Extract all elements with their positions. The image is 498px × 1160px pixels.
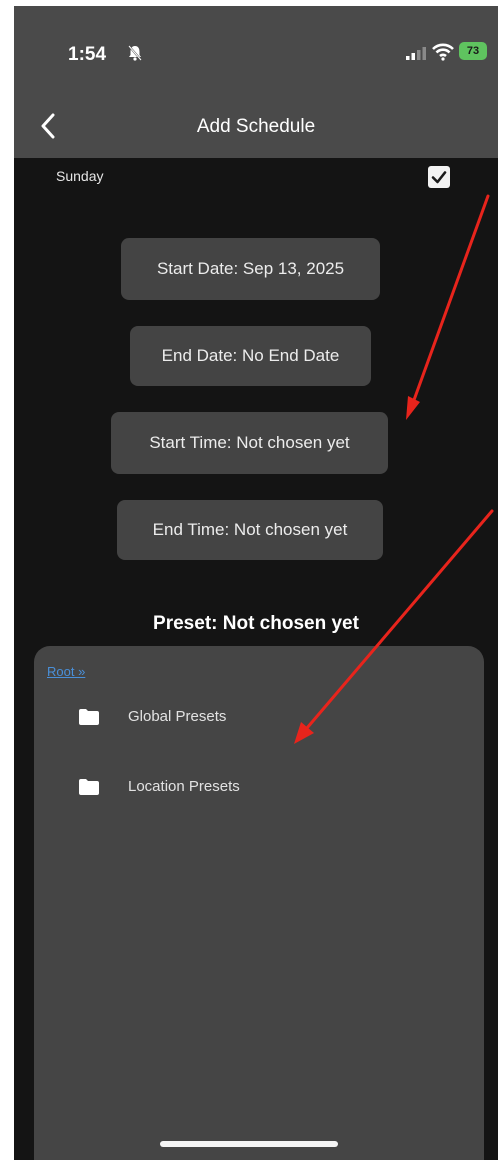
preset-browser: Root » Global Presets Location Presets bbox=[34, 646, 484, 1160]
start-date-button[interactable]: Start Date: Sep 13, 2025 bbox=[121, 238, 380, 300]
end-date-button[interactable]: End Date: No End Date bbox=[130, 326, 371, 386]
preset-label: Preset: Not chosen yet bbox=[153, 613, 359, 634]
folder-icon bbox=[79, 709, 99, 725]
checkmark-icon bbox=[431, 171, 447, 184]
header: 1:54 73 Add Schedule bbox=[14, 6, 498, 158]
status-time: 1:54 bbox=[68, 44, 107, 65]
end-time-button[interactable]: End Time: Not chosen yet bbox=[117, 500, 383, 560]
wifi-icon bbox=[432, 43, 454, 61]
battery-icon: 73 bbox=[459, 42, 487, 60]
phone-screen: 1:54 73 Add Schedule Sunday Start Date: … bbox=[14, 6, 498, 1160]
folder-name: Location Presets bbox=[128, 778, 240, 795]
signal-icon bbox=[406, 47, 426, 60]
folder-name: Global Presets bbox=[128, 708, 227, 725]
folder-item-location-presets[interactable]: Location Presets bbox=[78, 774, 458, 802]
page-title: Add Schedule bbox=[196, 116, 316, 137]
folder-icon bbox=[79, 779, 99, 795]
breadcrumb-root-link[interactable]: Root » bbox=[47, 664, 85, 679]
bell-muted-icon bbox=[128, 45, 142, 61]
folder-item-global-presets[interactable]: Global Presets bbox=[78, 704, 458, 732]
sunday-checkbox[interactable] bbox=[428, 166, 450, 188]
day-label-sunday: Sunday bbox=[56, 168, 104, 184]
home-indicator bbox=[160, 1141, 338, 1147]
start-time-button[interactable]: Start Time: Not chosen yet bbox=[111, 412, 388, 474]
